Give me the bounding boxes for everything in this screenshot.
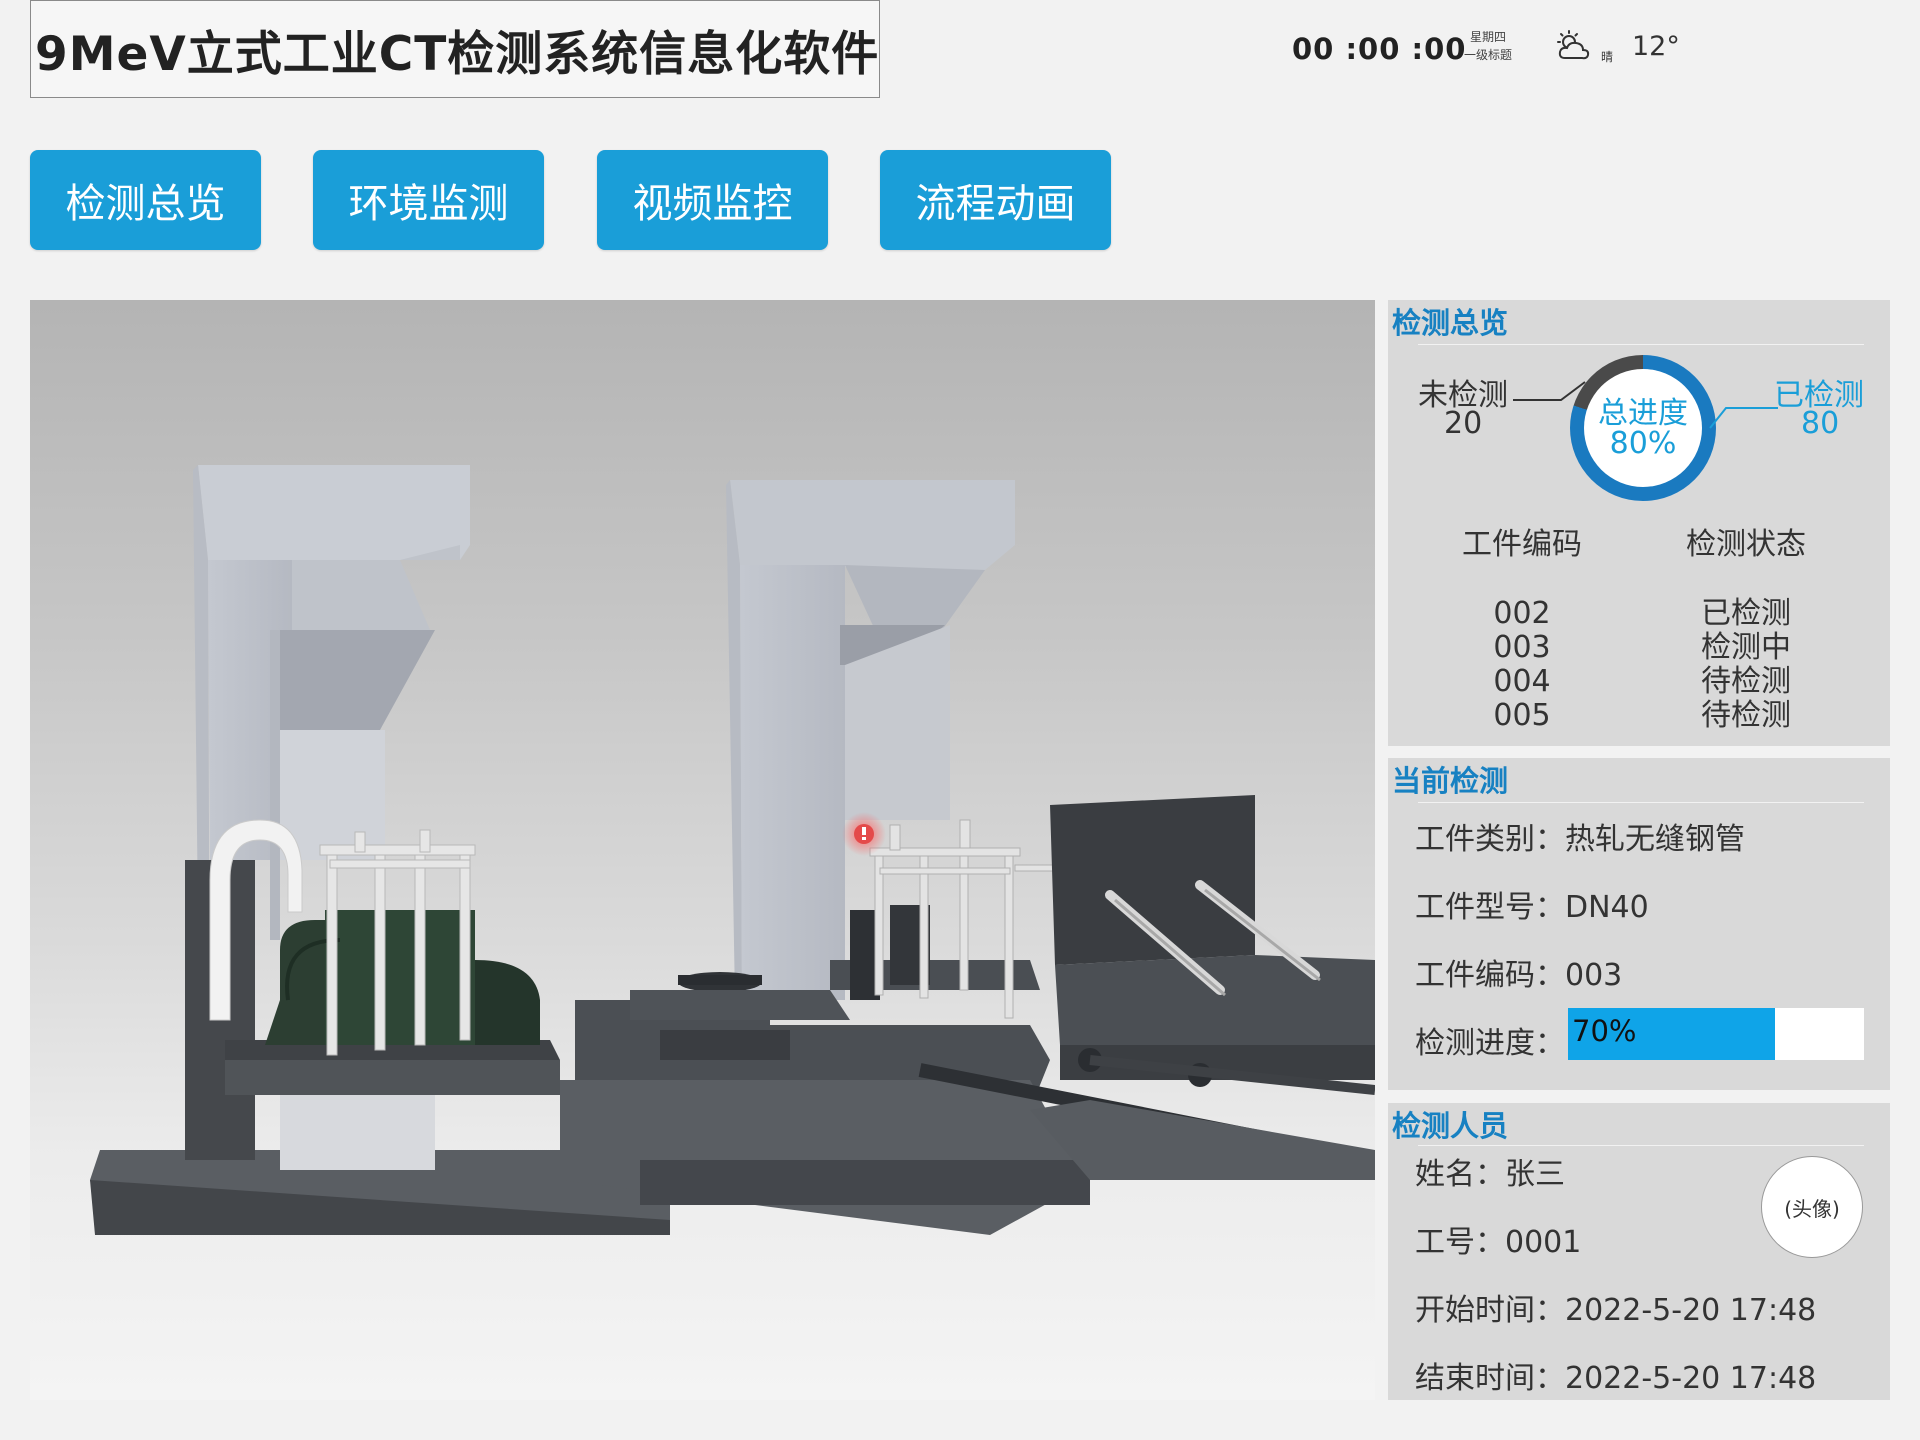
nav-button-environment[interactable]: 环境监测 [313, 150, 544, 250]
table-header-status: 检测状态 [1686, 527, 1806, 562]
clock: 00 :00 :00 [1292, 32, 1467, 66]
part-code-value: 003 [1565, 958, 1623, 993]
personnel-divider [1418, 1145, 1864, 1146]
table-cell-code: 005 [1493, 698, 1551, 733]
untested-count: 20 [1444, 406, 1483, 441]
overview-panel-title: 检测总览 [1392, 306, 1509, 340]
operator-id-value: 0001 [1505, 1225, 1582, 1260]
start-time-row: 开始时间：2022-5-20 17:48 [1415, 1285, 1816, 1329]
table-cell-status: 检测中 [1701, 630, 1791, 665]
inspection-progress-value: 70% [1572, 1014, 1637, 1048]
overview-panel: 检测总览 未检测 20 总进度 80% 已检测 80 工件编码 002 003 … [1388, 300, 1890, 746]
table-cell-status: 待检测 [1701, 698, 1791, 733]
operator-id-row: 工号：0001 [1415, 1217, 1581, 1261]
table-cell-code: 003 [1493, 630, 1551, 665]
weather-text: 晴 [1601, 50, 1614, 64]
temperature: 12° [1632, 31, 1680, 62]
nav-button-animation[interactable]: 流程动画 [880, 150, 1111, 250]
start-time-label: 开始时间： [1415, 1293, 1565, 1328]
total-progress-value: 80% [1609, 426, 1677, 461]
avatar[interactable]: (头像) [1761, 1156, 1863, 1258]
partly-cloudy-icon [1557, 30, 1590, 60]
table-cell-code: 004 [1493, 664, 1551, 699]
part-model-label: 工件型号： [1415, 890, 1565, 925]
total-progress-ring-center: 总进度 80% [1584, 369, 1702, 487]
tested-leader-line [1709, 407, 1778, 429]
part-code-column: 工件编码 002 003 004 005 [1452, 528, 1592, 733]
part-category-row: 工件类别：热轧无缝钢管 [1415, 814, 1745, 858]
inspection-progress-bar: 70% [1568, 1008, 1864, 1060]
personnel-panel-title: 检测人员 [1392, 1109, 1509, 1143]
part-category-label: 工件类别： [1415, 822, 1565, 857]
personnel-panel: 检测人员 姓名：张三 工号：0001 开始时间：2022-5-20 17:48 … [1388, 1103, 1890, 1400]
app-title-box: 9MeV立式工业CT检测系统信息化软件 [30, 0, 880, 98]
status-column: 检测状态 已检测 检测中 待检测 待检测 [1676, 528, 1816, 733]
operator-name-row: 姓名：张三 [1415, 1149, 1565, 1193]
part-code-row: 工件编码：003 [1415, 950, 1622, 994]
operator-id-label: 工号： [1415, 1225, 1505, 1260]
ct-machine-render [90, 465, 1375, 1235]
part-model-value: DN40 [1565, 890, 1649, 925]
part-category-value: 热轧无缝钢管 [1565, 822, 1745, 857]
table-header-code: 工件编码 [1462, 527, 1582, 562]
inspection-progress-label: 检测进度： [1415, 1026, 1565, 1061]
header-subtitle: 一级标题 [1463, 48, 1512, 62]
nav-button-video[interactable]: 视频监控 [597, 150, 828, 250]
end-time-value: 2022-5-20 17:48 [1565, 1361, 1817, 1396]
table-cell-status: 已检测 [1701, 596, 1791, 631]
overview-divider [1418, 344, 1864, 345]
weekday: 星期四 [1469, 30, 1506, 44]
current-inspection-panel: 当前检测 工件类别：热轧无缝钢管 工件型号：DN40 工件编码：003 检测进度… [1388, 758, 1890, 1090]
tested-count: 80 [1801, 406, 1840, 441]
table-cell-code: 002 [1493, 596, 1551, 631]
operator-name-label: 姓名： [1415, 1157, 1505, 1192]
end-time-row: 结束时间：2022-5-20 17:48 [1415, 1353, 1816, 1397]
ct-3d-viewport[interactable] [30, 300, 1375, 1400]
end-time-label: 结束时间： [1415, 1361, 1565, 1396]
start-time-value: 2022-5-20 17:48 [1565, 1293, 1817, 1328]
table-cell-status: 待检测 [1701, 664, 1791, 699]
part-model-row: 工件型号：DN40 [1415, 882, 1649, 926]
current-divider [1418, 802, 1864, 803]
operator-name-value: 张三 [1505, 1157, 1565, 1192]
total-progress-ring: 总进度 80% [1570, 355, 1716, 501]
current-panel-title: 当前检测 [1392, 764, 1509, 798]
part-code-label: 工件编码： [1415, 958, 1565, 993]
app-title: 9MeV立式工业CT检测系统信息化软件 [35, 26, 880, 82]
date-box: 星期四 一级标题 [1458, 28, 1518, 64]
nav-button-overview[interactable]: 检测总览 [30, 150, 261, 250]
